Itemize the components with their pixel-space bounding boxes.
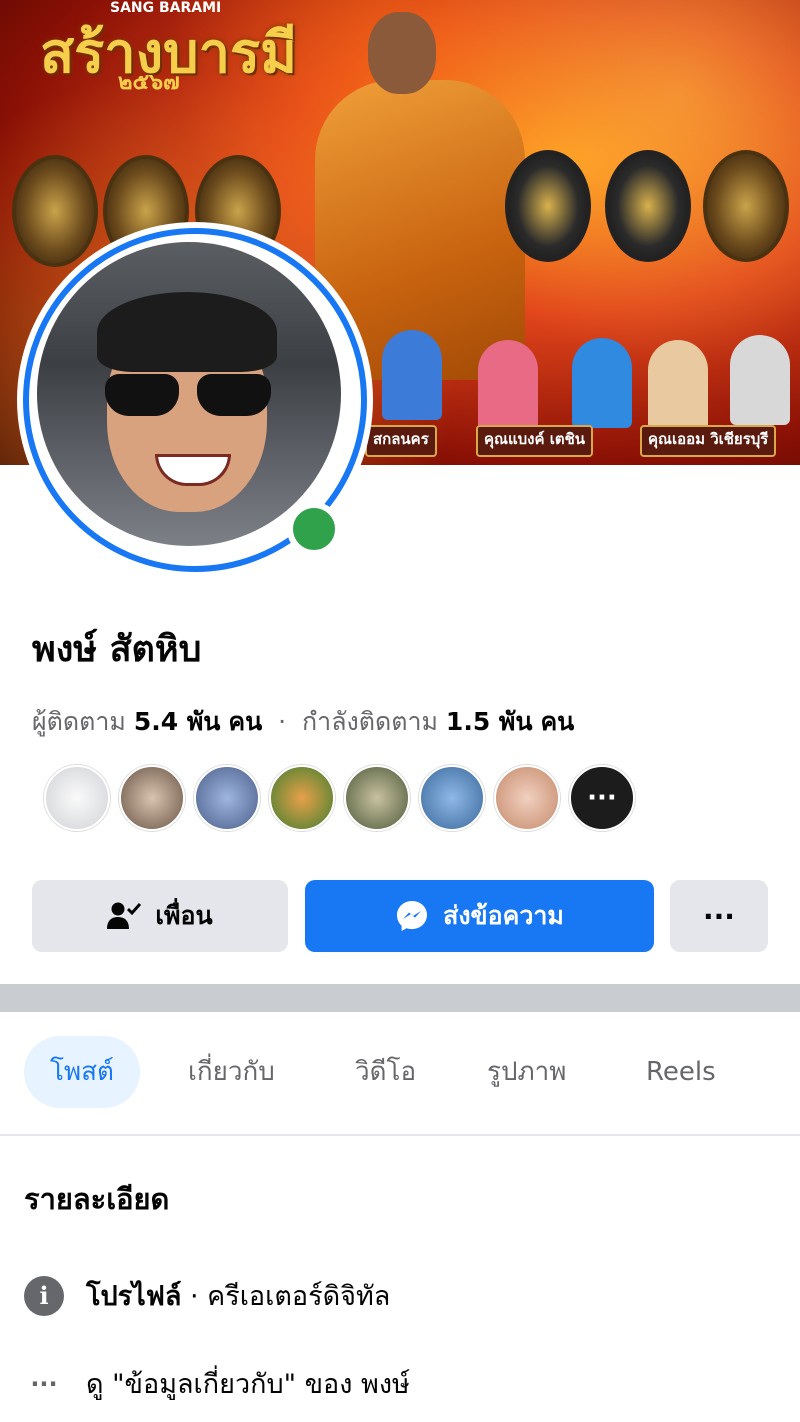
friend-avatar[interactable] <box>494 765 560 831</box>
profile-label: โปรไฟล์ <box>86 1281 182 1312</box>
tab-photos[interactable]: รูปภาพ <box>487 1036 566 1108</box>
avatar <box>37 242 341 546</box>
ellipsis-icon: ··· <box>30 1369 58 1398</box>
cover-person <box>730 335 790 425</box>
cover-year: ๒๕๖๗ <box>118 70 180 95</box>
mutual-friends-row[interactable]: ··· <box>44 765 635 831</box>
more-friends-button[interactable]: ··· <box>569 765 635 831</box>
sunglasses <box>105 374 275 418</box>
more-icon: ··· <box>703 899 735 933</box>
see-about-row[interactable]: ··· ดู "ข้อมูลเกี่ยวกับ" ของ พงษ์ <box>24 1362 410 1405</box>
amulet-image <box>505 150 591 262</box>
tab-videos[interactable]: วิดีโอ <box>355 1036 416 1108</box>
profile-tabs: โพสต์ เกี่ยวกับ วิดีโอ รูปภาพ Reels <box>0 1036 800 1111</box>
followers-label: ผู้ติดตาม <box>32 707 126 736</box>
more-options-button[interactable]: ··· <box>670 880 768 952</box>
profile-separator: · <box>181 1281 208 1312</box>
followers-count: 5.4 พัน <box>133 707 221 736</box>
friend-avatar[interactable] <box>194 765 260 831</box>
cover-label: คุณเออม วิเชียรบุรี <box>640 425 777 457</box>
profile-category: ครีเอเตอร์ดิจิทัล <box>207 1281 391 1312</box>
messenger-icon <box>397 901 428 931</box>
following-count: 1.5 พัน <box>445 707 533 736</box>
friends-button[interactable]: เพื่อน <box>32 880 288 952</box>
cover-monk-head <box>368 12 436 94</box>
details-heading: รายละเอียด <box>24 1182 170 1216</box>
send-message-button[interactable]: ส่งข้อความ <box>305 880 654 952</box>
follow-stats[interactable]: ผู้ติดตาม 5.4 พัน คน · กำลังติดตาม 1.5 พ… <box>32 702 574 742</box>
section-divider <box>0 984 800 1012</box>
amulet-image <box>12 155 98 267</box>
ellipsis-icon: ··· <box>587 783 617 813</box>
friend-avatar[interactable] <box>419 765 485 831</box>
cover-label: สกลนคร <box>365 425 437 457</box>
avatar-hair <box>97 292 277 372</box>
info-icon: i <box>24 1275 64 1316</box>
cover-person <box>572 338 632 428</box>
following-unit: คน <box>540 707 575 736</box>
tab-posts[interactable]: โพสต์ <box>24 1036 140 1108</box>
see-about-link[interactable]: ดู "ข้อมูลเกี่ยวกับ" ของ พงษ์ <box>86 1362 410 1405</box>
friend-avatar[interactable] <box>119 765 185 831</box>
profile-name: พงษ์ สัตหิบ <box>32 629 202 670</box>
cover-label: คุณแบงค์ เตชิน <box>476 425 594 457</box>
friends-button-label: เพื่อน <box>155 901 213 930</box>
stats-separator: · <box>278 707 287 736</box>
friend-avatar[interactable] <box>344 765 410 831</box>
amulet-image <box>605 150 691 262</box>
tab-about[interactable]: เกี่ยวกับ <box>188 1036 275 1108</box>
friend-avatar[interactable] <box>44 765 110 831</box>
cover-person <box>382 330 442 420</box>
amulet-image <box>703 150 789 262</box>
profile-category-row: i โปรไฟล์ · ครีเอเตอร์ดิจิทัล <box>24 1274 390 1317</box>
followers-unit: คน <box>228 707 263 736</box>
friend-check-icon <box>107 902 142 929</box>
send-message-label: ส่งข้อความ <box>443 901 564 930</box>
cover-person <box>648 340 708 430</box>
tabs-divider <box>0 1134 800 1136</box>
friend-avatar[interactable] <box>269 765 335 831</box>
tab-reels[interactable]: Reels <box>646 1036 716 1108</box>
following-label: กำลังติดตาม <box>302 707 438 736</box>
cover-person <box>478 340 538 430</box>
online-status-icon <box>287 502 341 556</box>
